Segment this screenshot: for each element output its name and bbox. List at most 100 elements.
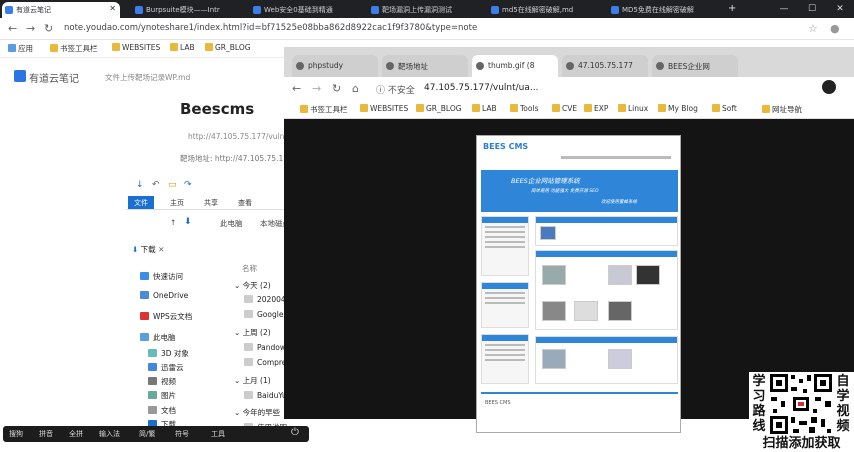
video-icon: [148, 377, 157, 385]
bookmark-folder[interactable]: Soft: [712, 104, 737, 113]
maximize-button[interactable]: ☐: [798, 0, 826, 18]
promo-left-text: 学习路线: [752, 374, 766, 434]
cloud-icon: [148, 363, 157, 371]
bookmark-folder[interactable]: 书签工具栏: [50, 43, 98, 54]
toolbar-item[interactable]: 符号: [175, 429, 189, 439]
file-item[interactable]: Compre: [244, 358, 286, 367]
bookmark-folder[interactable]: My Blog: [658, 104, 698, 113]
security-indicator[interactable]: ⓘ 不安全: [376, 83, 415, 96]
toolbar-item[interactable]: 搜狗: [9, 429, 23, 439]
file-item[interactable]: Google: [244, 310, 283, 319]
tab-burpsuite[interactable]: Burpsuite模块——Intr: [132, 2, 246, 18]
tab-thumb-gif[interactable]: thumb.gif (8: [472, 55, 558, 77]
bookmark-folder[interactable]: Linux: [618, 104, 648, 113]
tab-ip[interactable]: 47.105.75.177: [562, 55, 648, 77]
back-arrow-icon[interactable]: ←: [8, 22, 17, 35]
back-arrow-icon[interactable]: ←: [292, 82, 301, 95]
sidebar-item-videos[interactable]: 视频: [148, 376, 176, 387]
up-arrow-icon[interactable]: ↑: [170, 218, 176, 227]
thumb-sidebar-box: [481, 216, 529, 276]
sidebar-item-wps[interactable]: WPS云文档: [140, 311, 192, 322]
file-explorer: ↓ ↶ ▭ ↷ 文件 主页 共享 查看 ↑ ⬇ 此电脑 本地磁盘 ⬇ 下载 ✕ …: [126, 176, 292, 432]
bookmark-folder[interactable]: EXP: [584, 104, 608, 113]
sidebar-item-quick-access[interactable]: 快速访问: [140, 271, 183, 282]
reload-icon[interactable]: ↻: [44, 22, 53, 35]
minimize-button[interactable]: —: [770, 0, 798, 18]
group-header-today[interactable]: ⌄ 今天 (2): [234, 280, 271, 291]
qr-code-icon: [769, 373, 833, 435]
tab-md5-2[interactable]: MD5免费在线解密破解: [608, 2, 722, 18]
tab-phpstudy[interactable]: phpstudy: [292, 55, 378, 77]
tab-range[interactable]: 靶场地址: [382, 55, 468, 77]
sidebar-item-onedrive[interactable]: OneDrive: [140, 291, 188, 300]
bookmark-folder[interactable]: 网址导航: [762, 104, 802, 115]
toolbar-item[interactable]: 输入法: [99, 429, 120, 439]
bookmark-folder[interactable]: Tools: [510, 104, 538, 113]
undo-icon[interactable]: ↶: [152, 180, 160, 190]
folder-icon: [472, 104, 480, 112]
thumb-content-box: [535, 250, 678, 330]
close-window-button[interactable]: ✕: [826, 0, 854, 18]
cloud-icon: [140, 291, 149, 299]
bookmark-folder[interactable]: CVE: [552, 104, 577, 113]
sidebar-item-3d[interactable]: 3D 对象: [148, 348, 189, 359]
toolbar-item[interactable]: 简/繁: [139, 429, 155, 439]
thumb-footer: BEES CMS: [485, 400, 511, 406]
note-link[interactable]: http://47.105.75.177/vulnt: [188, 132, 287, 141]
home-icon[interactable]: ⌂: [352, 82, 359, 95]
thumb-picture: [608, 349, 632, 369]
name-column-header[interactable]: 名称: [242, 263, 257, 274]
folder-icon: [112, 43, 120, 51]
profile-icon[interactable]: ●: [830, 22, 840, 35]
group-header-last-week[interactable]: ⌄ 上周 (2): [234, 327, 271, 338]
tab-home[interactable]: 主页: [164, 196, 190, 209]
favicon-icon: [135, 6, 143, 14]
bookmark-folder[interactable]: GR_BLOG: [416, 104, 462, 113]
tab-share[interactable]: 共享: [198, 196, 224, 209]
thumb-sidebar-box: [481, 282, 529, 328]
favicon-icon: [566, 62, 574, 70]
sidebar-item-documents[interactable]: 文档: [148, 405, 176, 416]
star-icon[interactable]: ☆: [808, 22, 818, 35]
folder-icon: [712, 104, 720, 112]
group-header-last-month[interactable]: ⌄ 上月 (1): [234, 375, 271, 386]
tab-websec[interactable]: Web安全0基础到精通: [250, 2, 364, 18]
toolbar-item[interactable]: 全拼: [69, 429, 83, 439]
bookmark-folder[interactable]: LAB: [170, 43, 195, 52]
url-input[interactable]: 47.105.75.177/vulnt/ua...: [424, 83, 538, 93]
breadcrumb-item[interactable]: 此电脑: [220, 218, 243, 229]
toolbar-item[interactable]: 拼音: [39, 429, 53, 439]
sidebar-item-this-pc[interactable]: 此电脑: [140, 332, 176, 343]
tab-view[interactable]: 查看: [232, 196, 258, 209]
url-input[interactable]: note.youdao.com/ynoteshare1/index.html?i…: [64, 23, 477, 33]
thumb-picture: [608, 265, 632, 285]
bookmark-apps[interactable]: 应用: [8, 43, 33, 54]
bookmark-folder[interactable]: WEBSITES: [112, 43, 160, 52]
bookmark-folder[interactable]: WEBSITES: [360, 104, 408, 113]
tab-bees[interactable]: BEES企业网: [652, 55, 738, 77]
promo-right-text: 自学视频: [836, 374, 850, 434]
toolbar-item[interactable]: 工具: [211, 429, 225, 439]
reload-icon[interactable]: ↻: [332, 82, 341, 95]
thumb-picture: [542, 265, 566, 285]
forward-arrow-icon[interactable]: →: [26, 22, 35, 35]
cube-icon: [148, 349, 157, 357]
redo-icon[interactable]: ↷: [184, 180, 192, 190]
file-item[interactable]: BaiduYu: [244, 391, 287, 400]
file-item[interactable]: Pandow: [244, 343, 286, 352]
new-tab-button[interactable]: +: [724, 2, 740, 18]
sidebar-item-pictures[interactable]: 图片: [148, 390, 176, 401]
group-header-earlier[interactable]: ⌄ 今年的早些: [234, 407, 280, 418]
sidebar-item-xunlei[interactable]: 迅雷云: [148, 362, 184, 373]
tab-file[interactable]: 文件: [128, 196, 154, 209]
profile-avatar[interactable]: [822, 80, 836, 94]
close-tab-icon[interactable]: ✕: [109, 4, 116, 13]
tab-upload-range[interactable]: 靶场漏洞上传漏洞测试: [368, 2, 482, 18]
tab-youdao[interactable]: 有道云笔记 ✕: [2, 2, 120, 18]
forward-arrow-icon[interactable]: →: [312, 82, 321, 95]
power-icon[interactable]: ⏻: [291, 427, 299, 438]
tab-md5-1[interactable]: md5在线解密破解,md: [488, 2, 602, 18]
bookmark-folder[interactable]: LAB: [472, 104, 497, 113]
bookmark-folder[interactable]: GR_BLOG: [205, 43, 251, 52]
bookmark-folder[interactable]: 书签工具栏: [300, 104, 348, 115]
